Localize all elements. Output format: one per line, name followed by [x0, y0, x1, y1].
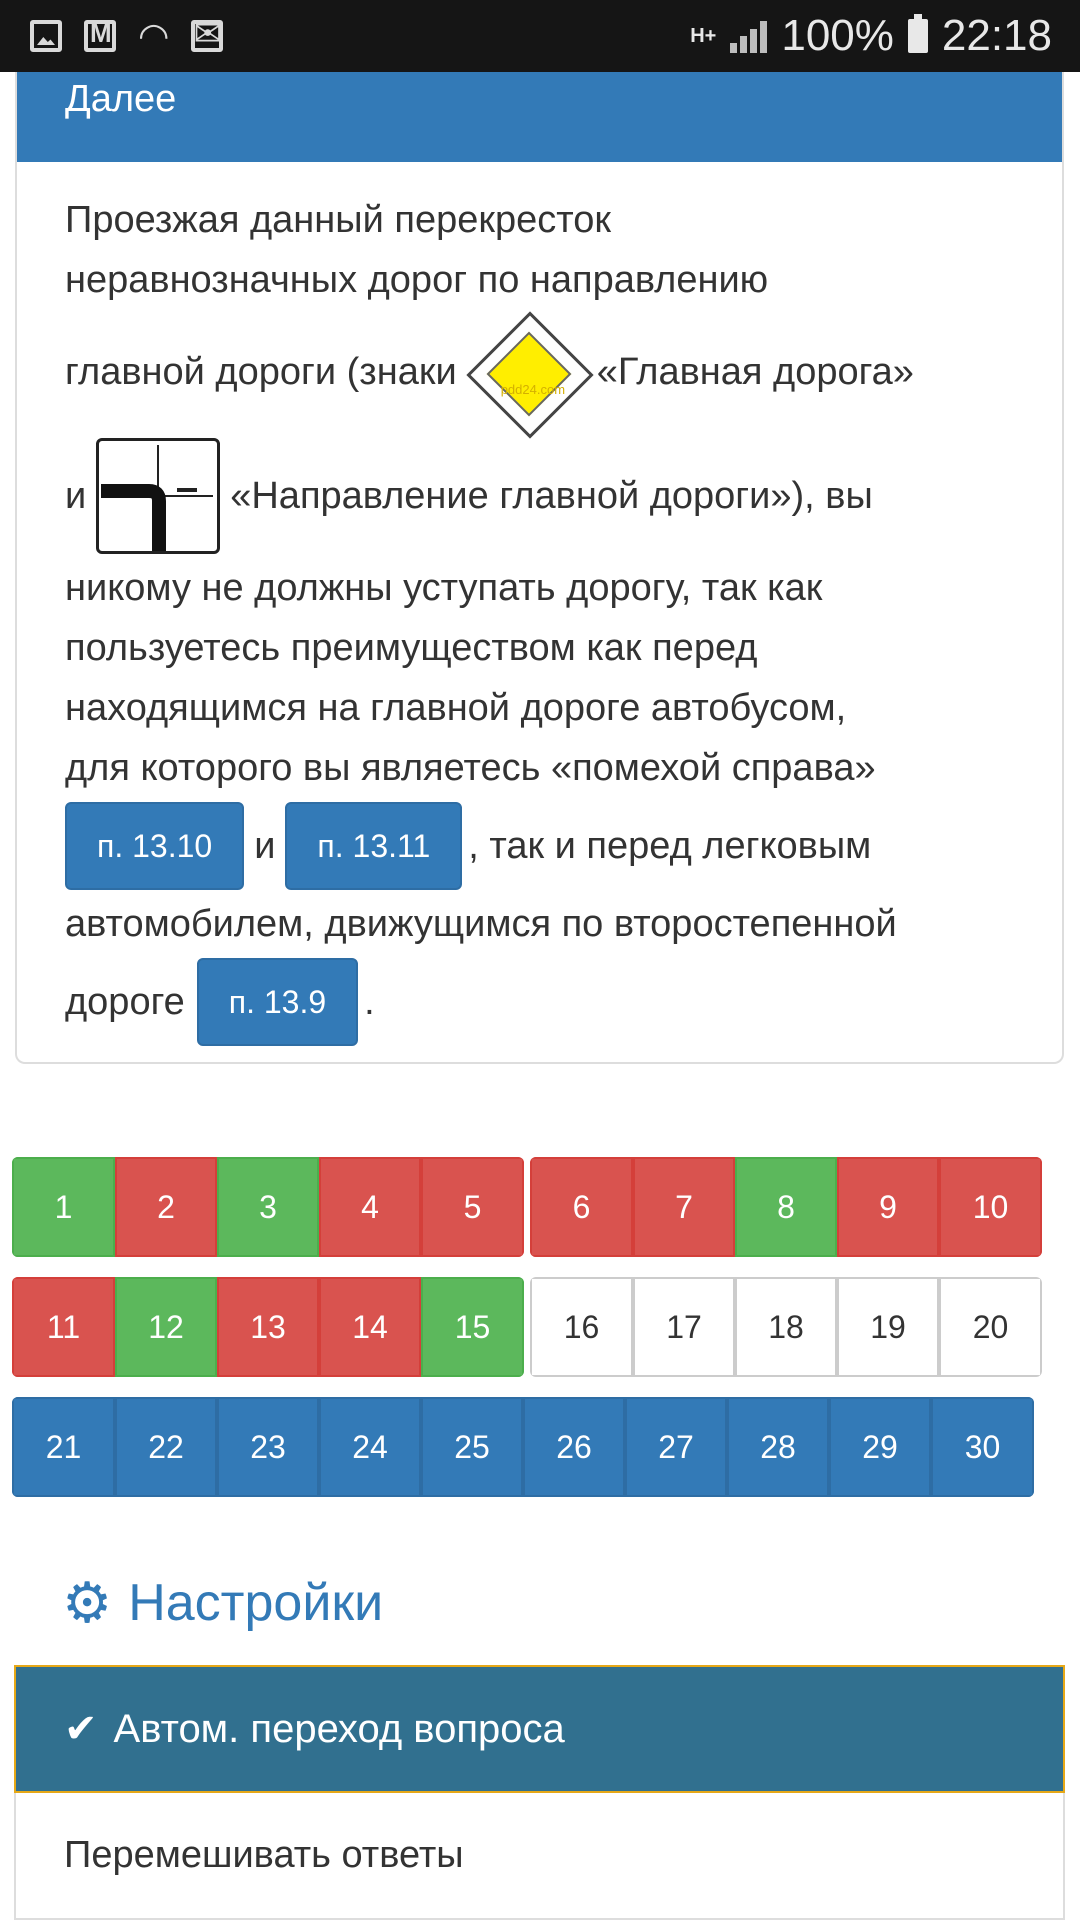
status-bar: ◠ H+ 100% 22:18 — [0, 0, 1080, 72]
question-row-3: 21 22 23 24 25 26 27 28 29 30 — [12, 1397, 1034, 1497]
explanation-text: Проезжая данный перекресток неравнозначн… — [65, 190, 1033, 1050]
question-button[interactable]: 5 — [421, 1157, 524, 1257]
text-fragment: Проезжая данный перекресток — [65, 199, 611, 241]
question-button[interactable]: 29 — [829, 1397, 931, 1497]
question-button[interactable]: 20 — [939, 1277, 1042, 1377]
question-button[interactable]: 9 — [837, 1157, 939, 1257]
question-button[interactable]: 4 — [319, 1157, 421, 1257]
question-button[interactable]: 15 — [421, 1277, 524, 1377]
question-button[interactable]: 8 — [735, 1157, 837, 1257]
question-button[interactable]: 21 — [12, 1397, 115, 1497]
clock: 22:18 — [941, 11, 1052, 60]
settings-heading: ⚙ Настройки — [62, 1570, 383, 1636]
rule-13-9-button[interactable]: п. 13.9 — [196, 958, 359, 1046]
main-road-direction-sign-icon — [96, 438, 221, 554]
text-line: никому не должны уступать дорогу, так ка… — [65, 558, 1033, 618]
question-group: 11 12 13 14 15 — [12, 1277, 524, 1377]
battery-percent: 100% — [781, 11, 894, 60]
question-row-2: 11 12 13 14 15 16 17 18 19 20 — [12, 1277, 1042, 1377]
question-button[interactable]: 25 — [421, 1397, 523, 1497]
question-button[interactable]: 22 — [115, 1397, 217, 1497]
question-group: 6 7 8 9 10 — [530, 1157, 1042, 1257]
text-fragment: «Главная дорога» — [596, 351, 914, 393]
question-group: 21 22 23 24 25 26 27 28 29 30 — [12, 1397, 1034, 1497]
text-fragment: пользуетесь преимуществом как перед — [65, 627, 758, 669]
question-button[interactable]: 17 — [633, 1277, 735, 1377]
battery-icon — [907, 14, 928, 53]
question-button[interactable]: 30 — [931, 1397, 1034, 1497]
text-line: для которого вы являетесь «помехой справ… — [65, 738, 1033, 798]
text-line: находящимся на главной дороге автобусом, — [65, 678, 1033, 738]
text-fragment: . — [364, 981, 375, 1023]
gear-icon: ⚙ — [62, 1571, 113, 1634]
text-line: пользуетесь преимуществом как перед — [65, 618, 1033, 678]
question-button[interactable]: 11 — [12, 1277, 115, 1377]
main-road-sign-icon: pdd24.com — [465, 311, 594, 439]
mail-icon — [191, 14, 224, 54]
question-button[interactable]: 14 — [319, 1277, 421, 1377]
text-fragment: главной дороги (знаки — [65, 351, 457, 393]
text-fragment: для которого вы являетесь «помехой справ… — [65, 747, 876, 789]
signal-icon — [730, 19, 768, 53]
text-line: главной дороги (знаки pdd24.com «Главная… — [65, 310, 1033, 439]
text-line: Проезжая данный перекресток — [65, 190, 1033, 250]
question-row-1: 1 2 3 4 5 6 7 8 9 10 — [12, 1157, 1042, 1257]
wifi-icon: ◠ — [138, 15, 170, 56]
text-fragment: неравнозначных дорог по направлению — [65, 259, 769, 301]
question-group: 16 17 18 19 20 — [530, 1277, 1042, 1377]
rule-13-10-button[interactable]: п. 13.10 — [65, 802, 245, 890]
text-line: автомобилем, движущимся по второстепенно… — [65, 894, 1033, 954]
text-line: и «Направление главной дороги»), вы — [65, 434, 1033, 558]
shuffle-answers-toggle[interactable]: Перемешивать ответы — [14, 1793, 1065, 1920]
text-line: неравнозначных дорог по направлению — [65, 250, 1033, 310]
explanation-card: Далее Проезжая данный перекресток неравн… — [15, 72, 1064, 1064]
question-button[interactable]: 1 — [12, 1157, 115, 1257]
option-label: Перемешивать ответы — [64, 1834, 464, 1876]
question-button[interactable]: 28 — [727, 1397, 829, 1497]
question-button[interactable]: 18 — [735, 1277, 837, 1377]
question-button[interactable]: 6 — [530, 1157, 633, 1257]
text-fragment: находящимся на главной дороге автобусом, — [65, 687, 847, 729]
image-notification-icon — [30, 20, 62, 52]
text-line: дороге п. 13.9 . — [65, 954, 1033, 1050]
question-button[interactable]: 19 — [837, 1277, 939, 1377]
option-label: Автом. переход вопроса — [113, 1706, 565, 1751]
question-group: 1 2 3 4 5 — [12, 1157, 524, 1257]
question-button[interactable]: 2 — [115, 1157, 217, 1257]
question-button[interactable]: 7 — [633, 1157, 735, 1257]
question-button[interactable]: 16 — [530, 1277, 633, 1377]
text-fragment: «Направление главной дороги»), вы — [230, 475, 873, 517]
gmail-icon — [84, 18, 116, 52]
text-fragment: никому не должны уступать дорогу, так ка… — [65, 567, 823, 609]
system-icons: H+ 100% 22:18 — [690, 11, 1052, 61]
question-button[interactable]: 26 — [523, 1397, 625, 1497]
question-button[interactable]: 3 — [217, 1157, 319, 1257]
question-button[interactable]: 13 — [217, 1277, 319, 1377]
question-button[interactable]: 12 — [115, 1277, 217, 1377]
question-button[interactable]: 24 — [319, 1397, 421, 1497]
text-fragment: дороге — [65, 981, 185, 1023]
auto-next-question-toggle[interactable]: ✔ Автом. переход вопроса — [14, 1665, 1065, 1793]
settings-title: Настройки — [128, 1574, 384, 1632]
question-button[interactable]: 10 — [939, 1157, 1042, 1257]
question-button[interactable]: 23 — [217, 1397, 319, 1497]
next-button[interactable]: Далее — [17, 72, 1062, 162]
question-button[interactable]: 27 — [625, 1397, 727, 1497]
text-fragment: , так и перед легковым — [468, 825, 872, 867]
text-fragment: и — [254, 825, 276, 867]
sign-watermark: pdd24.com — [500, 382, 566, 397]
text-fragment: автомобилем, движущимся по второстепенно… — [65, 903, 897, 945]
text-fragment: и — [65, 475, 87, 517]
text-line: п. 13.10 и п. 13.11 , так и перед легков… — [65, 798, 1033, 894]
checkmark-icon: ✔ — [64, 1707, 98, 1751]
notification-icons: ◠ — [30, 14, 224, 57]
network-type: H+ — [690, 25, 717, 47]
rule-13-11-button[interactable]: п. 13.11 — [285, 802, 463, 890]
